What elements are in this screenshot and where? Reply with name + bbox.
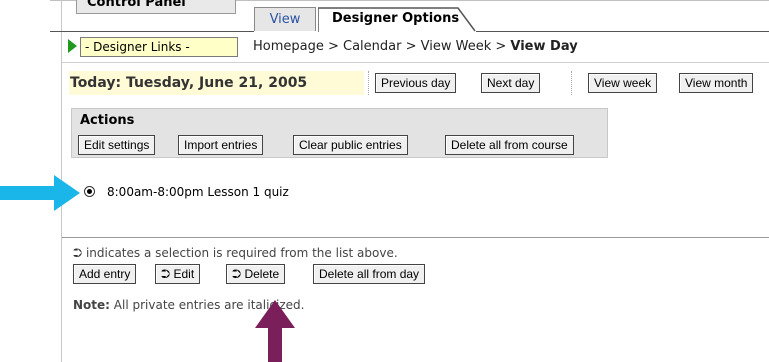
entry-radio[interactable] (84, 186, 95, 197)
selection-required-icon: ⮊ (73, 246, 83, 260)
selection-hint: ⮊ indicates a selection is required from… (73, 245, 398, 261)
selection-hint-text: indicates a selection is required from t… (85, 246, 398, 260)
delete-entry-button[interactable]: ⮊ Delete (226, 264, 286, 284)
designer-links-select[interactable]: - Designer Links - (80, 37, 238, 57)
tab-designer-options[interactable]: Designer Options (318, 7, 476, 32)
tab-view[interactable]: View (254, 7, 316, 31)
breadcrumb-current: View Day (510, 39, 578, 54)
tab-baseline-left (50, 31, 254, 32)
separator (368, 71, 370, 95)
view-week-button[interactable]: View week (588, 73, 658, 93)
breadcrumb-path[interactable]: Homepage > Calendar > View Week > (253, 39, 510, 54)
import-entries-button[interactable]: Import entries (178, 135, 264, 155)
purple-arrow-icon (255, 300, 295, 362)
add-entry-button[interactable]: Add entry (73, 264, 137, 284)
breadcrumb: Homepage > Calendar > View Week > View D… (253, 37, 578, 57)
divider (62, 237, 769, 238)
edit-settings-button[interactable]: Edit settings (78, 135, 156, 155)
selection-required-icon: ⮊ (161, 267, 174, 281)
cyan-arrow-icon (0, 175, 80, 211)
separator (571, 71, 573, 95)
entry-label[interactable]: 8:00am-8:00pm Lesson 1 quiz (107, 183, 289, 201)
control-panel-tab[interactable]: Control Panel (76, 0, 236, 14)
note-label: Note: (73, 298, 110, 312)
divider (62, 62, 769, 63)
delete-label: Delete (244, 267, 280, 281)
actions-title: Actions (80, 113, 135, 128)
tab-designer-options-label: Designer Options (332, 11, 460, 26)
clear-public-entries-button[interactable]: Clear public entries (293, 135, 408, 155)
play-icon (68, 39, 77, 53)
delete-all-from-day-button[interactable]: Delete all from day (313, 264, 426, 284)
edit-entry-button[interactable]: ⮊ Edit (155, 264, 201, 284)
view-month-button[interactable]: View month (679, 73, 754, 93)
today-label: Today: Tuesday, June 21, 2005 (70, 75, 308, 91)
edit-label: Edit (173, 267, 195, 281)
tab-baseline-right (476, 31, 769, 32)
next-day-button[interactable]: Next day (481, 73, 541, 93)
selection-required-icon: ⮊ (232, 267, 245, 281)
delete-all-from-course-button[interactable]: Delete all from course (445, 135, 574, 155)
previous-day-button[interactable]: Previous day (375, 73, 457, 93)
